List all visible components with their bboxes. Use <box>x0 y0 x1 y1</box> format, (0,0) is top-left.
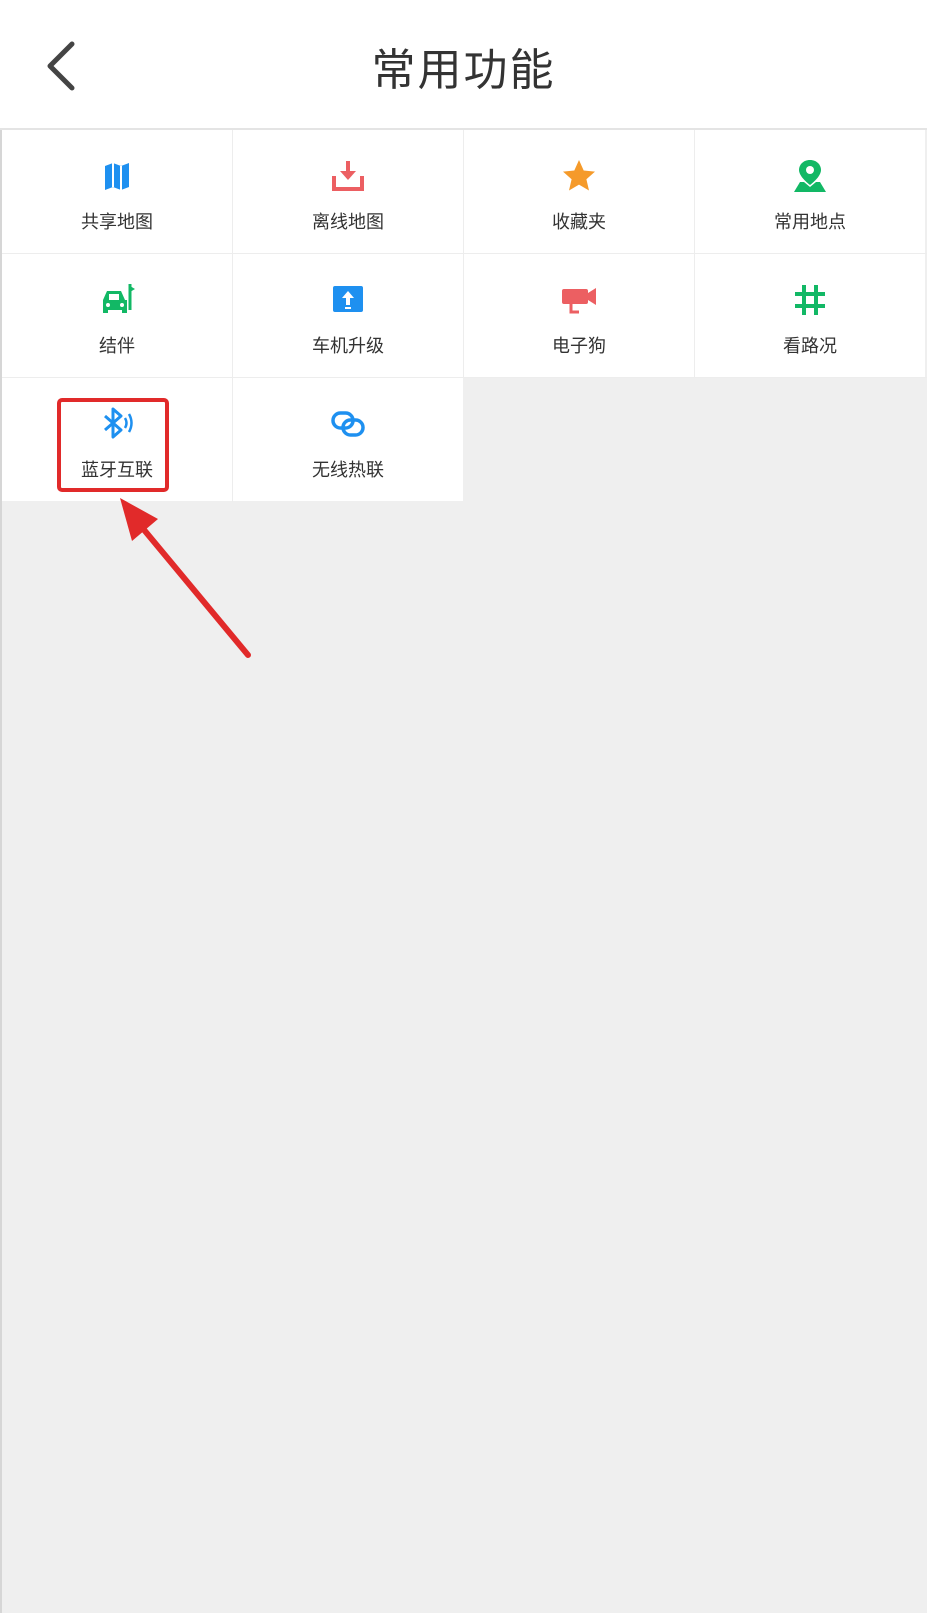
feature-label: 结伴 <box>99 336 135 357</box>
feature-label: 电子狗 <box>552 336 606 357</box>
feature-label: 共享地图 <box>81 212 153 233</box>
map-icon <box>97 156 137 196</box>
feature-companion[interactable]: 结伴 <box>2 254 232 377</box>
feature-speed-camera[interactable]: 电子狗 <box>464 254 694 377</box>
feature-frequent-places[interactable]: 常用地点 <box>695 130 925 253</box>
camera-icon <box>559 280 599 320</box>
feature-favorites[interactable]: 收藏夹 <box>464 130 694 253</box>
grid-divider <box>2 253 927 254</box>
page-title: 常用功能 <box>371 45 556 96</box>
top-bar: 常用功能 <box>0 0 927 130</box>
feature-label: 收藏夹 <box>552 212 606 233</box>
pointer-arrow <box>120 498 251 658</box>
feature-label: 看路况 <box>783 336 837 357</box>
location-pin-icon <box>790 156 830 196</box>
grid-divider <box>2 377 927 378</box>
feature-label: 离线地图 <box>312 212 384 233</box>
star-icon <box>559 156 599 196</box>
feature-traffic[interactable]: 看路况 <box>695 254 925 377</box>
feature-label: 无线热联 <box>312 460 384 481</box>
feature-wireless-link[interactable]: 无线热联 <box>233 378 463 501</box>
hash-icon <box>790 280 830 320</box>
feature-label: 车机升级 <box>312 336 384 357</box>
feature-shared-map[interactable]: 共享地图 <box>2 130 232 253</box>
feature-offline-map[interactable]: 离线地图 <box>233 130 463 253</box>
wireless-link-icon <box>328 404 368 444</box>
download-icon <box>328 156 368 196</box>
highlight-box <box>57 398 169 492</box>
feature-label: 常用地点 <box>774 212 846 233</box>
grid-divider <box>463 130 464 378</box>
grid-divider <box>232 130 233 502</box>
grid-divider <box>694 130 695 378</box>
car-icon <box>97 280 137 320</box>
feature-head-unit-upgrade[interactable]: 车机升级 <box>233 254 463 377</box>
upgrade-icon <box>328 280 368 320</box>
